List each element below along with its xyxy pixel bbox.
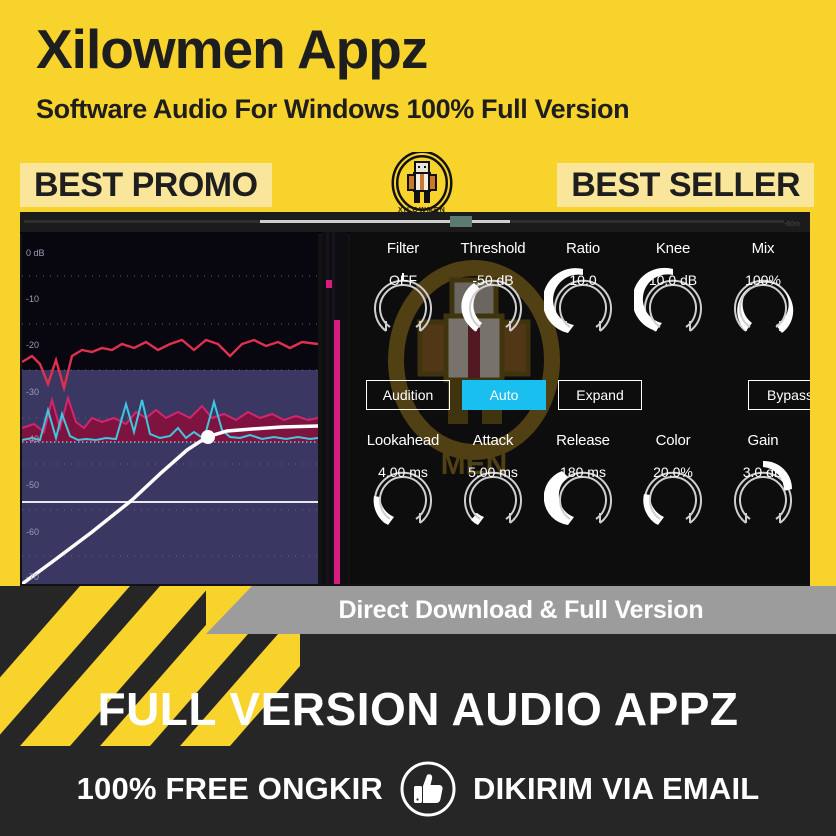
footer-headline: FULL VERSION AUDIO APPZ: [97, 683, 739, 735]
knob-attack-label: Attack: [472, 432, 514, 449]
knob-color[interactable]: Color 20.0%: [628, 432, 718, 535]
promo-banner-page: Xilowmen Appz Software Audio For Windows…: [0, 0, 836, 836]
knob-knee-value: 10.0 dB: [648, 272, 698, 288]
knob-color-value: 20.0%: [653, 464, 693, 480]
page-title: Xilowmen Appz: [36, 18, 428, 80]
toolbar-slider-handle[interactable]: [450, 216, 472, 227]
free-shipping-label: 100% FREE ONGKIR: [76, 771, 383, 806]
knob-ratio[interactable]: Ratio 10.0: [538, 240, 628, 343]
axis-label-m50: -50: [26, 480, 40, 490]
band-corner-cut: [206, 586, 252, 634]
badge-best-seller-label: BEST SELLER: [571, 165, 800, 204]
knob-row-bottom: Lookahead 4.00 ms Attack 5.00 ms Release…: [358, 432, 808, 535]
auto-button[interactable]: Auto: [462, 380, 546, 410]
knob-filter-label: Filter: [386, 240, 420, 257]
knob-color-label: Color: [655, 432, 691, 449]
email-delivery-label: DIKIRIM VIA EMAIL: [472, 771, 760, 806]
knob-lookahead-label: Lookahead: [366, 432, 440, 449]
knob-gain-value: 3.0 dB: [742, 464, 784, 480]
toolbar-slider-fill: [260, 220, 510, 223]
knob-mix[interactable]: Mix 100%: [718, 240, 808, 343]
knob-attack[interactable]: Attack 5.00 ms: [448, 432, 538, 535]
badge-best-promo: BEST PROMO: [20, 163, 272, 207]
header-section: Xilowmen Appz Software Audio For Windows…: [0, 0, 836, 218]
knob-threshold-label: Threshold: [460, 240, 526, 257]
knob-lookahead-value: 4.00 ms: [378, 464, 428, 480]
footer-section: Direct Download & Full Version FULL VERS…: [0, 586, 836, 836]
badge-best-promo-label: BEST PROMO: [34, 165, 258, 204]
transfer-curve-graph[interactable]: 0 dB -10 -20 -30 -40 -50 -60 -70: [22, 232, 318, 584]
knob-filter[interactable]: Filter OFF: [358, 240, 448, 343]
axis-label-m20: -20: [26, 340, 40, 350]
axis-label-0db: 0 dB: [26, 248, 45, 258]
knob-ratio-value: 10.0: [569, 272, 597, 288]
direct-download-label: Direct Download & Full Version: [338, 595, 704, 624]
axis-label-m40: -40: [26, 434, 40, 444]
axis-label-m70: -70: [26, 572, 40, 582]
knob-threshold[interactable]: Threshold -50 dB: [448, 240, 538, 343]
page-subtitle: Software Audio For Windows 100% Full Ver…: [36, 94, 630, 124]
knob-ratio-label: Ratio: [565, 240, 601, 257]
knob-filter-value: OFF: [389, 272, 417, 288]
thumbs-up-icon: [399, 760, 457, 818]
knob-row-top: Filter OFF Threshold -50 dB Ratio 10.0 K…: [358, 240, 808, 343]
expand-button[interactable]: Expand: [558, 380, 642, 410]
button-row: Audition Auto Expand Bypass: [360, 380, 810, 410]
badge-best-seller: BEST SELLER: [557, 163, 814, 207]
audition-button[interactable]: Audition: [366, 380, 450, 410]
knob-knee-label: Knee: [655, 240, 691, 257]
knob-attack-value: 5.00 ms: [468, 464, 518, 480]
knob-gain[interactable]: Gain 3.0 dB: [718, 432, 808, 535]
knob-gain-label: Gain: [747, 432, 779, 449]
knob-threshold-value: -50 dB: [472, 272, 514, 288]
audio-plugin-window: -60m 0 dB -10 -20 -30 -40 -50 -60 -70 ME…: [20, 212, 810, 586]
footer-claims-row: 100% FREE ONGKIR DIKIRIM VIA EMAIL: [0, 758, 836, 820]
knob-lookahead[interactable]: Lookahead 4.00 ms: [358, 432, 448, 535]
gain-reduction-meter: [322, 232, 348, 584]
knob-release[interactable]: Release 180 ms: [538, 432, 628, 535]
plugin-control-panel: MEN Filter OFF Threshold -50 dB Ratio 10…: [350, 232, 810, 584]
axis-label-m10: -10: [26, 294, 40, 304]
plugin-toolbar: -60m: [20, 212, 810, 233]
bypass-button[interactable]: Bypass: [748, 380, 810, 410]
direct-download-band: Direct Download & Full Version: [206, 586, 836, 634]
knob-mix-value: 100%: [745, 272, 781, 288]
knob-release-label: Release: [556, 432, 610, 449]
axis-label-m60: -60: [26, 527, 40, 537]
axis-label-m30: -30: [26, 387, 40, 397]
knob-release-value: 180 ms: [560, 464, 606, 480]
knob-knee[interactable]: Knee 10.0 dB: [628, 240, 718, 343]
knob-mix-label: Mix: [751, 240, 775, 257]
toolbar-value-label: -60m: [784, 221, 800, 228]
